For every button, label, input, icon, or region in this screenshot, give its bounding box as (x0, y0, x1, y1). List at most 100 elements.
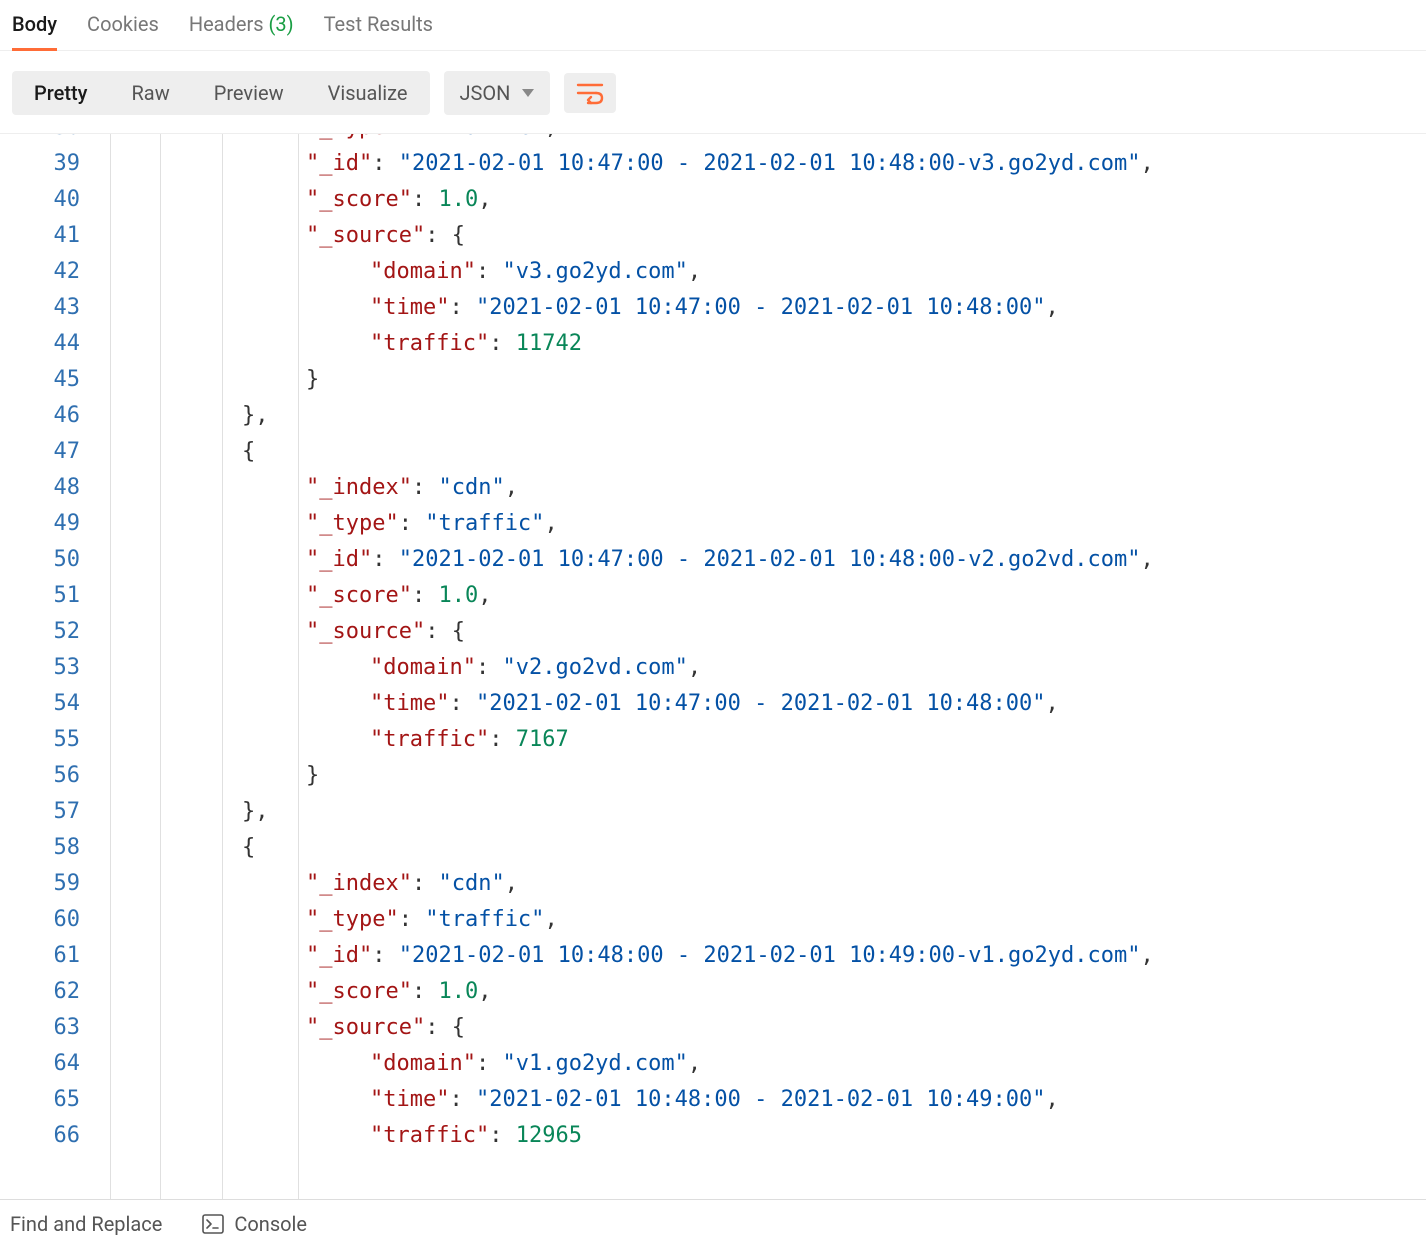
line-number: 39 (0, 146, 100, 182)
body-toolbar: Pretty Raw Preview Visualize JSON (0, 51, 1426, 134)
code-line: 61"_id": "2021-02-01 10:48:00 - 2021-02-… (0, 938, 1426, 974)
line-number: 48 (0, 470, 100, 506)
code-line: 41"_source": { (0, 218, 1426, 254)
code-content: { (100, 830, 1426, 866)
code-content: "_id": "2021-02-01 10:47:00 - 2021-02-01… (100, 542, 1426, 578)
tab-body[interactable]: Body (12, 6, 57, 50)
code-line: 52"_source": { (0, 614, 1426, 650)
code-line: 64"domain": "v1.go2yd.com", (0, 1046, 1426, 1082)
line-number: 50 (0, 542, 100, 578)
line-number: 57 (0, 794, 100, 830)
find-replace-label: Find and Replace (10, 1212, 162, 1236)
code-content: "_score": 1.0, (100, 974, 1426, 1010)
code-content: "traffic": 12965 (100, 1118, 1426, 1154)
view-mode-visualize[interactable]: Visualize (306, 71, 430, 115)
code-line: 54"time": "2021-02-01 10:47:00 - 2021-02… (0, 686, 1426, 722)
response-tabs: Body Cookies Headers (3) Test Results (0, 0, 1426, 51)
line-number: 58 (0, 830, 100, 866)
line-number: 55 (0, 722, 100, 758)
line-number: 43 (0, 290, 100, 326)
line-number: 46 (0, 398, 100, 434)
line-number: 40 (0, 182, 100, 218)
line-number: 38 (0, 134, 100, 146)
code-line: 58{ (0, 830, 1426, 866)
line-number: 64 (0, 1046, 100, 1082)
code-content: "traffic": 11742 (100, 326, 1426, 362)
view-mode-raw[interactable]: Raw (109, 71, 191, 115)
code-line: 56} (0, 758, 1426, 794)
line-number: 54 (0, 686, 100, 722)
code-line: 50"_id": "2021-02-01 10:47:00 - 2021-02-… (0, 542, 1426, 578)
line-number: 65 (0, 1082, 100, 1118)
tab-test-results[interactable]: Test Results (324, 6, 433, 50)
code-content: "_id": "2021-02-01 10:48:00 - 2021-02-01… (100, 938, 1426, 974)
code-content: "_index": "cdn", (100, 470, 1426, 506)
console-label: Console (234, 1212, 307, 1236)
code-line: 44"traffic": 11742 (0, 326, 1426, 362)
line-number: 63 (0, 1010, 100, 1046)
line-number: 52 (0, 614, 100, 650)
line-number: 47 (0, 434, 100, 470)
code-content: "_id": "2021-02-01 10:47:00 - 2021-02-01… (100, 146, 1426, 182)
line-number: 42 (0, 254, 100, 290)
bottom-bar: Find and Replace Console (0, 1199, 1426, 1240)
view-mode-segment: Pretty Raw Preview Visualize (12, 71, 430, 115)
code-line: 49"_type": "traffic", (0, 506, 1426, 542)
code-content: "time": "2021-02-01 10:48:00 - 2021-02-0… (100, 1082, 1426, 1118)
code-content: "_type": "traffic", (100, 506, 1426, 542)
code-line: 42"domain": "v3.go2yd.com", (0, 254, 1426, 290)
tab-cookies[interactable]: Cookies (87, 6, 159, 50)
tab-headers[interactable]: Headers (3) (189, 6, 294, 50)
code-line: 60"_type": "traffic", (0, 902, 1426, 938)
format-select[interactable]: JSON (444, 71, 551, 115)
tab-headers-count: (3) (269, 12, 294, 36)
code-line: 62"_score": 1.0, (0, 974, 1426, 1010)
code-line: 38"_type": "traffic", (0, 134, 1426, 146)
code-content: "_score": 1.0, (100, 578, 1426, 614)
format-select-label: JSON (460, 81, 511, 105)
line-number: 53 (0, 650, 100, 686)
tab-headers-label: Headers (189, 12, 264, 36)
view-mode-pretty[interactable]: Pretty (12, 71, 109, 115)
line-number: 49 (0, 506, 100, 542)
code-content: { (100, 434, 1426, 470)
view-mode-preview[interactable]: Preview (192, 71, 306, 115)
code-line: 66"traffic": 12965 (0, 1118, 1426, 1154)
code-content: "_score": 1.0, (100, 182, 1426, 218)
line-number: 51 (0, 578, 100, 614)
chevron-down-icon (522, 89, 534, 97)
wrap-lines-icon (576, 81, 604, 105)
console-button[interactable]: Console (202, 1212, 307, 1236)
code-content: "_source": { (100, 614, 1426, 650)
code-line: 47{ (0, 434, 1426, 470)
code-content: } (100, 362, 1426, 398)
code-content: "domain": "v2.go2vd.com", (100, 650, 1426, 686)
code-content: "_index": "cdn", (100, 866, 1426, 902)
code-line: 53"domain": "v2.go2vd.com", (0, 650, 1426, 686)
line-number: 56 (0, 758, 100, 794)
code-content: "domain": "v1.go2yd.com", (100, 1046, 1426, 1082)
console-icon (202, 1214, 224, 1234)
line-number: 62 (0, 974, 100, 1010)
code-content: "traffic": 7167 (100, 722, 1426, 758)
code-line: 45} (0, 362, 1426, 398)
code-content: "_source": { (100, 1010, 1426, 1046)
code-line: 63"_source": { (0, 1010, 1426, 1046)
line-number: 60 (0, 902, 100, 938)
code-line: 48"_index": "cdn", (0, 470, 1426, 506)
code-content: "_type": "traffic", (100, 134, 1426, 146)
code-content: } (100, 758, 1426, 794)
code-line: 65"time": "2021-02-01 10:48:00 - 2021-02… (0, 1082, 1426, 1118)
response-body-viewer[interactable]: 38"_type": "traffic",39"_id": "2021-02-0… (0, 134, 1426, 1199)
code-content: "domain": "v3.go2yd.com", (100, 254, 1426, 290)
code-line: 39"_id": "2021-02-01 10:47:00 - 2021-02-… (0, 146, 1426, 182)
wrap-lines-button[interactable] (564, 73, 616, 113)
line-number: 44 (0, 326, 100, 362)
code-content: }, (100, 398, 1426, 434)
line-number: 66 (0, 1118, 100, 1154)
line-number: 59 (0, 866, 100, 902)
code-content: "_type": "traffic", (100, 902, 1426, 938)
code-line: 59"_index": "cdn", (0, 866, 1426, 902)
code-line: 55"traffic": 7167 (0, 722, 1426, 758)
find-replace-button[interactable]: Find and Replace (10, 1212, 162, 1236)
